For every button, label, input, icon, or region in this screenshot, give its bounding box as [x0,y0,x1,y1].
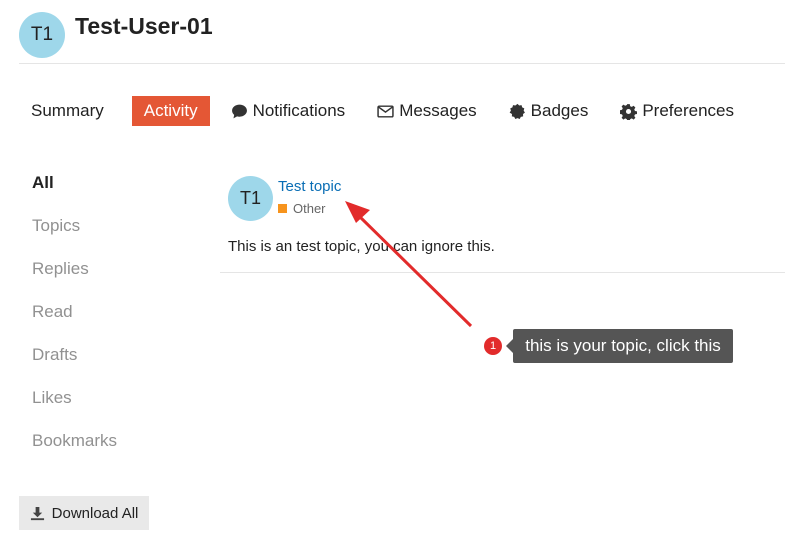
tab-notifications[interactable]: Notifications [219,96,358,126]
user-avatar[interactable]: T1 [19,12,65,58]
filter-all[interactable]: All [32,170,117,213]
tab-preferences-label: Preferences [642,101,735,120]
topic-title-link[interactable]: Test topic [278,178,341,195]
category-color-swatch [278,204,287,213]
tab-messages[interactable]: Messages [365,96,488,126]
username: Test-User-01 [75,13,213,39]
tab-badges[interactable]: Badges [497,96,601,126]
annotation-tooltip: this is your topic, click this [506,329,733,363]
tab-badges-label: Badges [530,101,589,120]
post-avatar[interactable]: T1 [228,176,273,221]
tab-activity[interactable]: Activity [131,96,210,126]
tooltip-pointer [506,339,513,353]
header-divider [19,63,785,64]
badge-icon [509,103,526,120]
download-all-button[interactable]: Download All [19,496,149,530]
tab-notifications-label: Notifications [252,101,346,120]
download-icon [30,506,44,520]
activity-filter-list: All Topics Replies Read Drafts Likes Boo… [32,170,117,471]
topic-category[interactable]: Other [278,201,326,216]
step-badge: 1 [484,337,502,355]
tab-preferences[interactable]: Preferences [608,96,746,126]
post-avatar-initials: T1 [239,188,261,208]
user-avatar-initials: T1 [30,24,54,45]
tab-summary-label: Summary [31,101,104,120]
filter-drafts[interactable]: Drafts [32,342,117,385]
user-nav: Summary Activity Notifications Messages … [19,96,754,126]
filter-bookmarks[interactable]: Bookmarks [32,428,117,471]
gear-icon [620,103,638,120]
category-label: Other [293,201,326,216]
filter-likes[interactable]: Likes [32,385,117,428]
topic-excerpt: This is an test topic, you can ignore th… [228,238,495,255]
tab-summary[interactable]: Summary [19,96,116,126]
envelope-icon [377,103,394,120]
filter-read[interactable]: Read [32,299,117,342]
download-all-label: Download All [51,504,139,522]
comment-icon [231,103,248,120]
tooltip-text: this is your topic, click this [525,336,721,355]
filter-replies[interactable]: Replies [32,256,117,299]
annotation-arrow [345,201,473,328]
filter-topics[interactable]: Topics [32,213,117,256]
tab-messages-label: Messages [399,101,477,120]
tab-activity-label: Activity [143,101,198,120]
post-divider [220,272,785,273]
